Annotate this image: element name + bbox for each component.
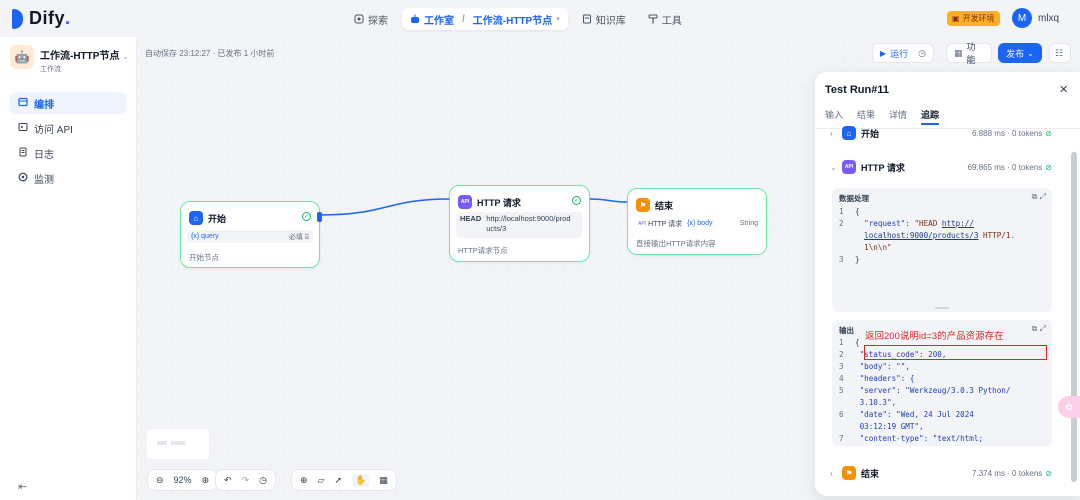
data-processing-box: 数据处理 ⧉ ⤢ 1{ 2 "request": "HEAD http:// l… [832, 188, 1052, 312]
end-node[interactable]: ⚑ 结束 API HTTP 请求 {x} body String 直接输出HTT… [627, 188, 767, 255]
note-icon[interactable]: ▱ [318, 475, 325, 486]
sidebar-item-api[interactable]: 访问 API [10, 117, 126, 139]
http-request-node[interactable]: API HTTP 请求 ✓ HEAD http://localhost:9000… [449, 185, 590, 262]
close-icon[interactable]: ✕ [1059, 83, 1068, 96]
tab-input[interactable]: 输入 [825, 108, 843, 121]
minimap[interactable] [147, 429, 209, 459]
zoom-out-icon[interactable]: ⊖ [156, 475, 164, 486]
zoom-level[interactable]: 92% [174, 475, 192, 485]
file-list-icon [18, 147, 28, 160]
collapse-sidebar-icon[interactable]: ⇤ [18, 480, 27, 493]
chevron-down-icon: ⌄ [122, 52, 129, 61]
expand-icon[interactable]: ⤢ [1040, 192, 1046, 201]
api-icon: API [842, 160, 856, 174]
pointer-icon[interactable]: ➚ [334, 475, 342, 486]
app-header[interactable]: 🤖 工作流-HTTP节点 ⌄ 工作流 [10, 45, 130, 75]
chevron-right-icon: › [830, 468, 833, 478]
annotation-highlight-box [864, 345, 1047, 360]
flag-icon: ⚑ [842, 466, 856, 480]
end-variable: API HTTP 请求 {x} body String [638, 220, 758, 228]
app-name: 工作流-HTTP节点 [40, 51, 120, 62]
sidebar-item-logs[interactable]: 日志 [10, 142, 126, 164]
book-icon [582, 14, 592, 24]
copy-icon[interactable]: ⧉ [1032, 192, 1038, 201]
chevron-down-icon: ▾ [556, 16, 560, 23]
home-icon: ⌂ [842, 126, 856, 140]
redo-icon[interactable]: ↷ [242, 475, 250, 486]
http-method: HEAD [460, 214, 482, 223]
start-variable: {x} query 必填 ⌸ [187, 230, 313, 243]
nav-explore[interactable]: 探索 [346, 8, 396, 30]
resize-handle[interactable] [935, 307, 949, 309]
logo-mark [12, 8, 23, 29]
expand-icon[interactable]: ⤢ [1040, 324, 1046, 333]
hammer-icon [648, 14, 658, 24]
tab-result[interactable]: 结果 [857, 108, 875, 121]
top-bar: Dify. 探索 工作室 / 工作流-HTTP节点 ▾ 知识库 工具 ▣ 开发环… [0, 0, 1080, 37]
api-mini-icon: API [638, 220, 647, 227]
chevron-down-icon: ⌄ [830, 162, 837, 172]
success-check-icon: ✓ [572, 196, 581, 205]
panel-scrollbar[interactable] [1071, 152, 1077, 482]
canvas-tools: ⊕ ▱ ➚ ✋ ▦ [291, 469, 397, 491]
monitor-icon [18, 172, 28, 185]
terminal-icon [18, 122, 28, 135]
env-badge: ▣ 开发环境 [947, 11, 1000, 26]
compass-icon [354, 14, 364, 24]
history-controls: ↶ ↷ ◷ [215, 469, 276, 491]
copy-icon[interactable]: ⧉ [1032, 324, 1038, 333]
robot-icon [410, 14, 420, 24]
test-run-panel: Test Run#11 ✕ 输入 结果 详情 追踪 › ⌂ 开始 6.888 m… [815, 72, 1080, 496]
flag-icon: ⚑ [636, 198, 650, 212]
app-type: 工作流 [40, 66, 61, 73]
sidebar-item-monitor[interactable]: 监测 [10, 167, 126, 189]
start-node[interactable]: ⌂ 开始 ✓ {x} query 必填 ⌸ 开始节点 [180, 201, 322, 268]
zoom-in-icon[interactable]: ⊕ [202, 475, 210, 486]
avatar: M [1012, 8, 1032, 28]
api-icon: API [458, 195, 472, 209]
nav-current-app[interactable]: 工作流-HTTP节点 [473, 12, 552, 27]
hand-icon[interactable]: ✋ [352, 473, 370, 487]
text-icon: ⌸ [304, 233, 309, 241]
tab-detail[interactable]: 详情 [889, 108, 907, 121]
user-menu[interactable]: M mlxq [1012, 8, 1059, 28]
layout-icon [18, 97, 28, 110]
add-node-icon[interactable]: ⊕ [300, 475, 308, 486]
annotation-text: 返回200说明id=3的产品资源存在 [865, 331, 1004, 342]
dify-logo[interactable]: Dify. [12, 8, 71, 29]
tab-trace[interactable]: 追踪 [921, 108, 940, 125]
organize-icon[interactable]: ▦ [379, 475, 388, 486]
app-robot-icon: 🤖 [10, 45, 34, 69]
trace-section-start[interactable]: › ⌂ 开始 6.888 ms · 0 tokens ⊘ [830, 124, 1052, 142]
sidebar: 🤖 工作流-HTTP节点 ⌄ 工作流 编排 访问 API 日志 监测 ⇤ [0, 37, 137, 500]
nav-tools[interactable]: 工具 [640, 8, 690, 30]
success-check-icon: ⊘ [1045, 128, 1052, 138]
input-code: 1{ 2 "request": "HEAD http:// localhost:… [839, 207, 1016, 264]
start-output-port[interactable] [317, 212, 322, 222]
trace-section-http[interactable]: ⌄ API HTTP 请求 69.865 ms · 0 tokens ⊘ [830, 158, 1052, 176]
success-check-icon: ⊘ [1045, 162, 1052, 172]
nav-knowledge[interactable]: 知识库 [574, 8, 634, 30]
success-check-icon: ⊘ [1045, 468, 1052, 478]
history-icon[interactable]: ◷ [259, 475, 267, 486]
panel-title: Test Run#11 [825, 84, 889, 96]
env-icon: ▣ [952, 14, 960, 23]
panel-tabs: 输入 结果 详情 追踪 [825, 108, 940, 125]
trace-section-end[interactable]: › ⚑ 结束 7.374 ms · 0 tokens ⊘ [830, 464, 1052, 482]
chevron-right-icon: › [830, 128, 833, 138]
home-icon: ⌂ [189, 211, 203, 225]
zoom-controls: ⊖ 92% ⊕ [147, 469, 219, 491]
http-url-box: HEAD http://localhost:9000/prod ucts/3 [456, 212, 582, 238]
sidebar-item-orchestrate[interactable]: 编排 [10, 92, 126, 114]
top-nav: 探索 工作室 / 工作流-HTTP节点 ▾ 知识库 工具 [346, 8, 690, 30]
undo-icon[interactable]: ↶ [224, 475, 232, 486]
nav-studio[interactable]: 工作室 / 工作流-HTTP节点 ▾ [402, 8, 568, 30]
floating-assistant-icon[interactable]: ✿ [1058, 396, 1080, 418]
success-check-icon: ✓ [302, 212, 311, 221]
